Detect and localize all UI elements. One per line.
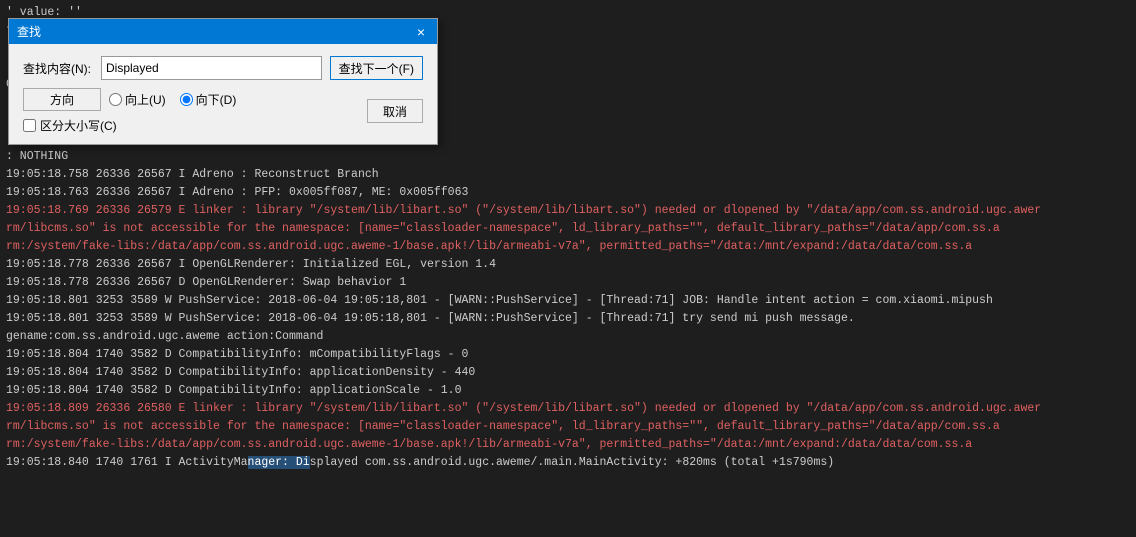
left-section: 方向 向上(U) 向下(D) [23, 88, 367, 134]
dialog-close-button[interactable]: × [413, 25, 429, 39]
find-input[interactable] [101, 56, 322, 80]
case-sensitive-label: 区分大小写(C) [40, 117, 117, 134]
dialog-body: 查找内容(N): 查找下一个(F) 方向 向上(U) [9, 44, 437, 144]
dialog-titlebar: 查找 × [9, 19, 437, 44]
dialog-overlay: 查找 × 查找内容(N): 查找下一个(F) 方向 向上(U) [0, 0, 1136, 537]
find-next-button[interactable]: 查找下一个(F) [330, 56, 423, 80]
find-label: 查找内容(N): [23, 60, 101, 77]
cancel-button[interactable]: 取消 [367, 99, 423, 123]
case-sensitive-checkbox[interactable] [23, 119, 36, 132]
radio-up-text: 向上(U) [125, 91, 166, 108]
radio-down-text: 向下(D) [196, 91, 237, 108]
radio-down[interactable] [180, 93, 193, 106]
dialog-title: 查找 [17, 23, 41, 40]
direction-radios: 向上(U) 向下(D) [109, 91, 236, 108]
find-row: 查找内容(N): 查找下一个(F) [23, 56, 423, 80]
radio-up-label[interactable]: 向上(U) [109, 91, 166, 108]
radio-down-label[interactable]: 向下(D) [180, 91, 237, 108]
bottom-row: 方向 向上(U) 向下(D) [23, 88, 423, 134]
checkbox-row: 区分大小写(C) [23, 117, 367, 134]
find-dialog: 查找 × 查找内容(N): 查找下一个(F) 方向 向上(U) [8, 18, 438, 145]
direction-row: 方向 向上(U) 向下(D) [23, 88, 367, 111]
direction-label: 方向 [23, 88, 101, 111]
radio-up[interactable] [109, 93, 122, 106]
